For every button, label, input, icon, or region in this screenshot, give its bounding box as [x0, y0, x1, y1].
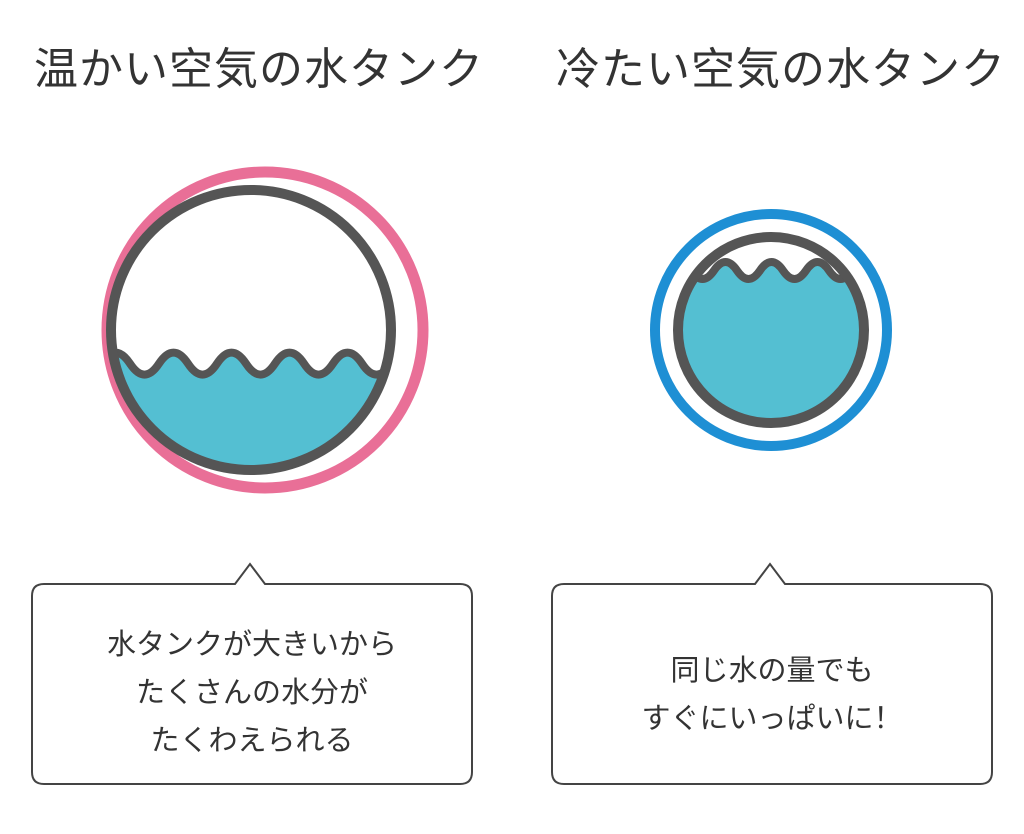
warm-description-line: 水タンクが大きいから — [106, 627, 397, 661]
warm-speech-bubble: 水タンクが大きいから たくさんの水分が たくわえられる — [30, 560, 474, 786]
cold-description: 同じ水の量でも すぐにいっぱいに！ — [550, 646, 994, 742]
cold-description-line: すぐにいっぱいに！ — [641, 701, 903, 735]
warm-air-tank — [101, 166, 429, 494]
cold-air-tank — [650, 209, 892, 451]
cold-speech-bubble: 同じ水の量でも すぐにいっぱいに！ — [550, 560, 994, 786]
cold-description-line: 同じ水の量でも — [670, 653, 874, 687]
warm-description: 水タンクが大きいから たくさんの水分が たくわえられる — [30, 620, 474, 764]
warm-description-line: たくわえられる — [150, 723, 354, 757]
cold-water-level — [678, 258, 864, 423]
warm-description-line: たくさんの水分が — [135, 675, 368, 709]
warm-water-level — [111, 348, 391, 470]
tank-diagram — [101, 166, 892, 494]
